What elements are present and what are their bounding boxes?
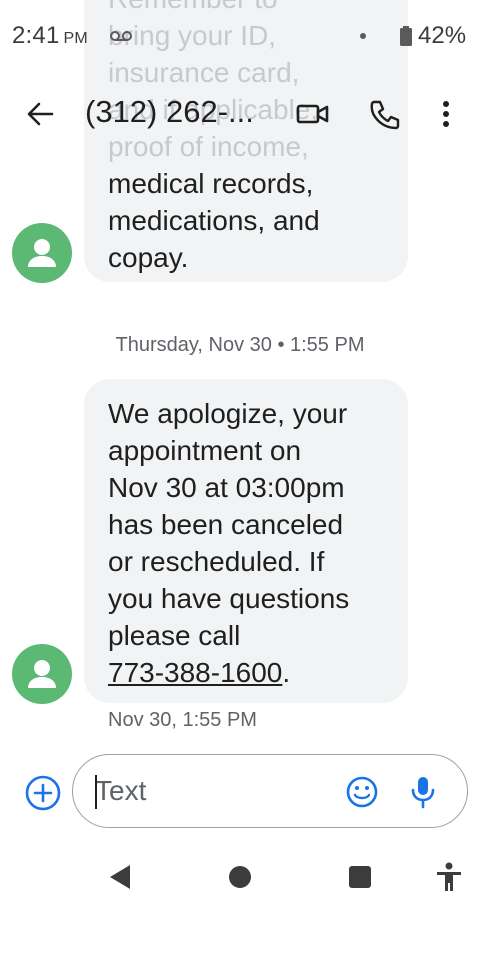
status-time: 2:41 PM	[12, 22, 88, 49]
video-call-icon[interactable]	[296, 100, 330, 128]
mic-icon[interactable]	[409, 775, 437, 809]
message-bubble[interactable]: We apologize, your appointment on Nov 30…	[84, 379, 408, 703]
status-bar: 2:41 PM 42%	[0, 0, 480, 72]
more-vert-icon[interactable]	[436, 98, 456, 130]
text-cursor	[95, 775, 97, 809]
status-ampm: PM	[63, 30, 88, 47]
voicemail-icon	[110, 31, 132, 41]
app-bar: (312) 262-...	[0, 72, 480, 156]
dot-icon	[360, 33, 366, 39]
nav-recents-icon[interactable]	[349, 866, 371, 888]
message-timestamp: Nov 30, 1:55 PM	[108, 709, 257, 731]
date-divider: Thursday, Nov 30 • 1:55 PM	[115, 334, 365, 356]
message-text: medical records, medications, and copay.	[108, 168, 320, 273]
contact-title[interactable]: (312) 262-...	[85, 94, 254, 130]
emoji-icon[interactable]	[345, 775, 379, 809]
contact-avatar[interactable]	[12, 223, 72, 283]
person-icon	[28, 239, 56, 267]
message-text-field[interactable]	[72, 754, 468, 828]
compose-bar	[0, 740, 480, 844]
add-circle-icon[interactable]	[24, 774, 62, 812]
person-icon	[28, 660, 56, 688]
message-input[interactable]	[95, 773, 325, 809]
phone-number-link[interactable]: 773-388-1600	[108, 657, 282, 688]
message-text-end: .	[282, 657, 291, 688]
contact-avatar[interactable]	[12, 644, 72, 704]
message-text: We apologize, your appointment on Nov 30…	[108, 398, 350, 651]
battery-percentage: 42%	[418, 22, 467, 49]
accessibility-icon[interactable]	[436, 862, 462, 892]
nav-back-icon[interactable]	[108, 864, 132, 890]
system-nav-bar	[0, 844, 480, 960]
back-arrow-icon[interactable]	[24, 98, 56, 130]
nav-home-icon[interactable]	[229, 866, 251, 888]
battery-icon	[400, 26, 412, 46]
phone-call-icon[interactable]	[368, 98, 400, 130]
